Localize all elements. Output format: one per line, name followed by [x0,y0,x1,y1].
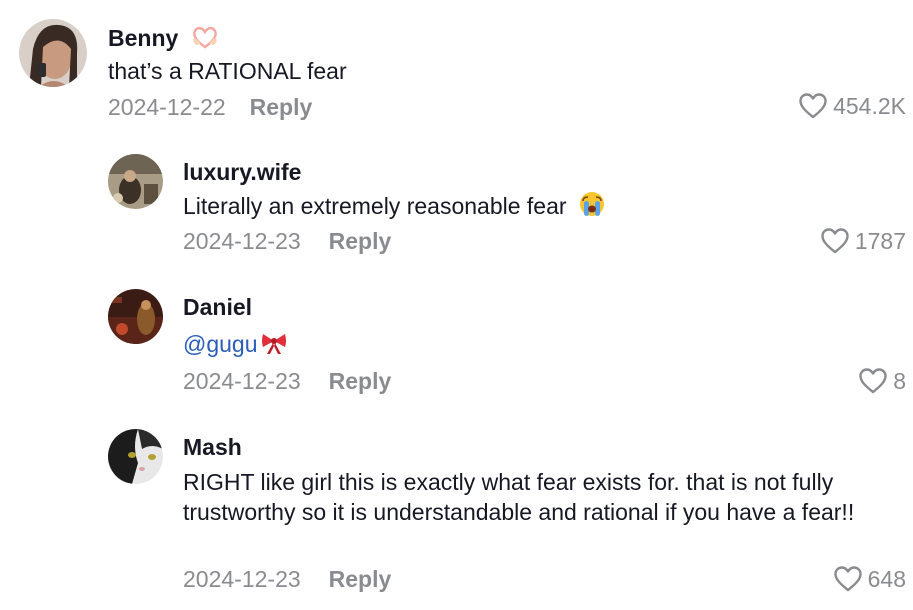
comment-date: 2024-12-23 [183,566,301,592]
username[interactable]: luxury.wife [183,159,301,185]
heart-icon [821,228,849,254]
heart-icon [799,93,827,119]
comment-text: RIGHT like girl this is exactly what fea… [183,469,855,525]
crying-face-icon [579,191,605,224]
like-count: 1787 [854,228,906,254]
heart-icon [833,566,862,592]
comment-date: 2024-12-23 [183,228,301,254]
username[interactable]: Benny [108,25,219,54]
comment-text: that’s a RATIONAL fear [108,58,347,84]
avatar[interactable] [108,429,163,484]
comment-date: 2024-12-22 [108,94,226,120]
reply-button[interactable]: Reply [329,566,392,592]
username[interactable]: Mash [183,434,242,460]
like-button[interactable]: 454.2K [798,92,906,120]
avatar[interactable] [19,19,87,87]
like-button[interactable]: 648 [833,565,906,593]
reply-button[interactable]: Reply [329,368,392,394]
comment-meta: 2024-12-23 Reply [183,566,391,592]
reply-button[interactable]: Reply [250,94,313,120]
avatar[interactable] [108,289,163,344]
comment-text: Literally an extremely reasonable fear [183,191,883,224]
heart-hands-icon [191,25,219,54]
comment-date: 2024-12-23 [183,368,301,394]
like-count: 8 [893,368,906,394]
like-button[interactable]: 1787 [820,227,906,255]
comment-text: @gugu [183,329,883,362]
ribbon-bow-icon [260,331,288,362]
avatar[interactable] [108,154,163,209]
like-button[interactable]: 8 [858,367,906,395]
comment-meta: 2024-12-22 Reply [108,94,312,120]
comment-meta: 2024-12-23 Reply [183,368,391,394]
reply-button[interactable]: Reply [329,228,392,254]
heart-icon [859,368,887,394]
like-count: 454.2K [833,93,906,119]
username[interactable]: Daniel [183,294,252,320]
like-count: 648 [867,566,906,592]
comment-meta: 2024-12-23 Reply [183,228,391,254]
mention-link[interactable]: @gugu [183,331,258,357]
